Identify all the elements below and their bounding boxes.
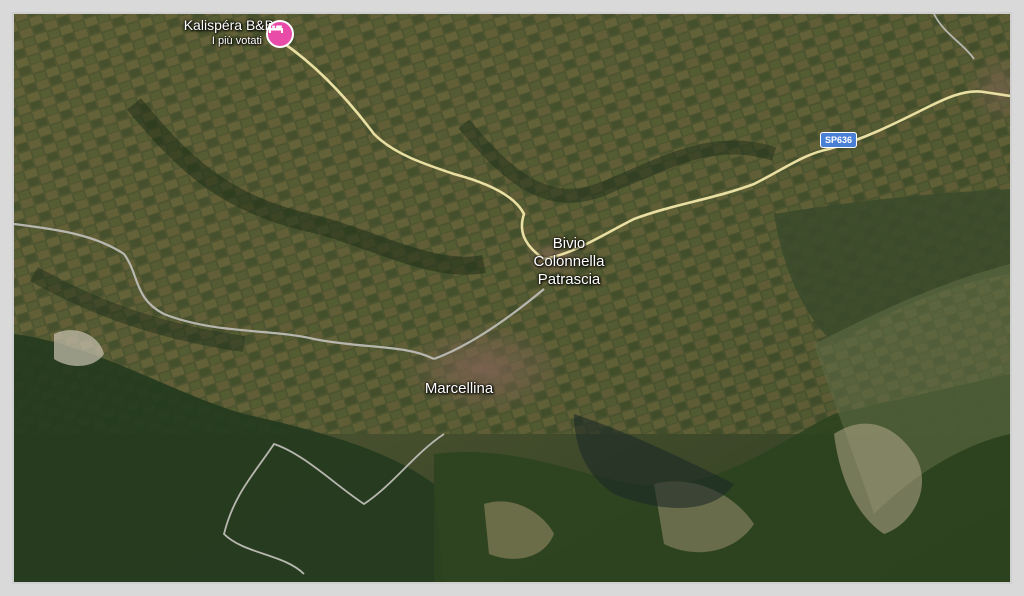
place-label-patrascia[interactable]: Patrascia xyxy=(519,272,619,288)
road-shield-sp636: SP636 xyxy=(820,132,858,148)
poi-pin[interactable] xyxy=(266,20,294,48)
bed-icon xyxy=(269,23,283,33)
poi-name[interactable]: Kalispéra B&B xyxy=(134,18,274,33)
satellite-map[interactable]: Bivio Colonnella Patrascia Marcellina Ka… xyxy=(14,14,1010,582)
marcellina-town-area xyxy=(404,324,564,414)
map-frame: Bivio Colonnella Patrascia Marcellina Ka… xyxy=(12,12,1012,584)
place-label-colonnella[interactable]: Colonnella xyxy=(519,254,619,270)
map-imagery xyxy=(14,14,1010,582)
place-label-bivio[interactable]: Bivio xyxy=(534,236,604,252)
place-label-marcellina[interactable]: Marcellina xyxy=(399,381,519,397)
poi-subtitle: I più votati xyxy=(211,35,262,47)
